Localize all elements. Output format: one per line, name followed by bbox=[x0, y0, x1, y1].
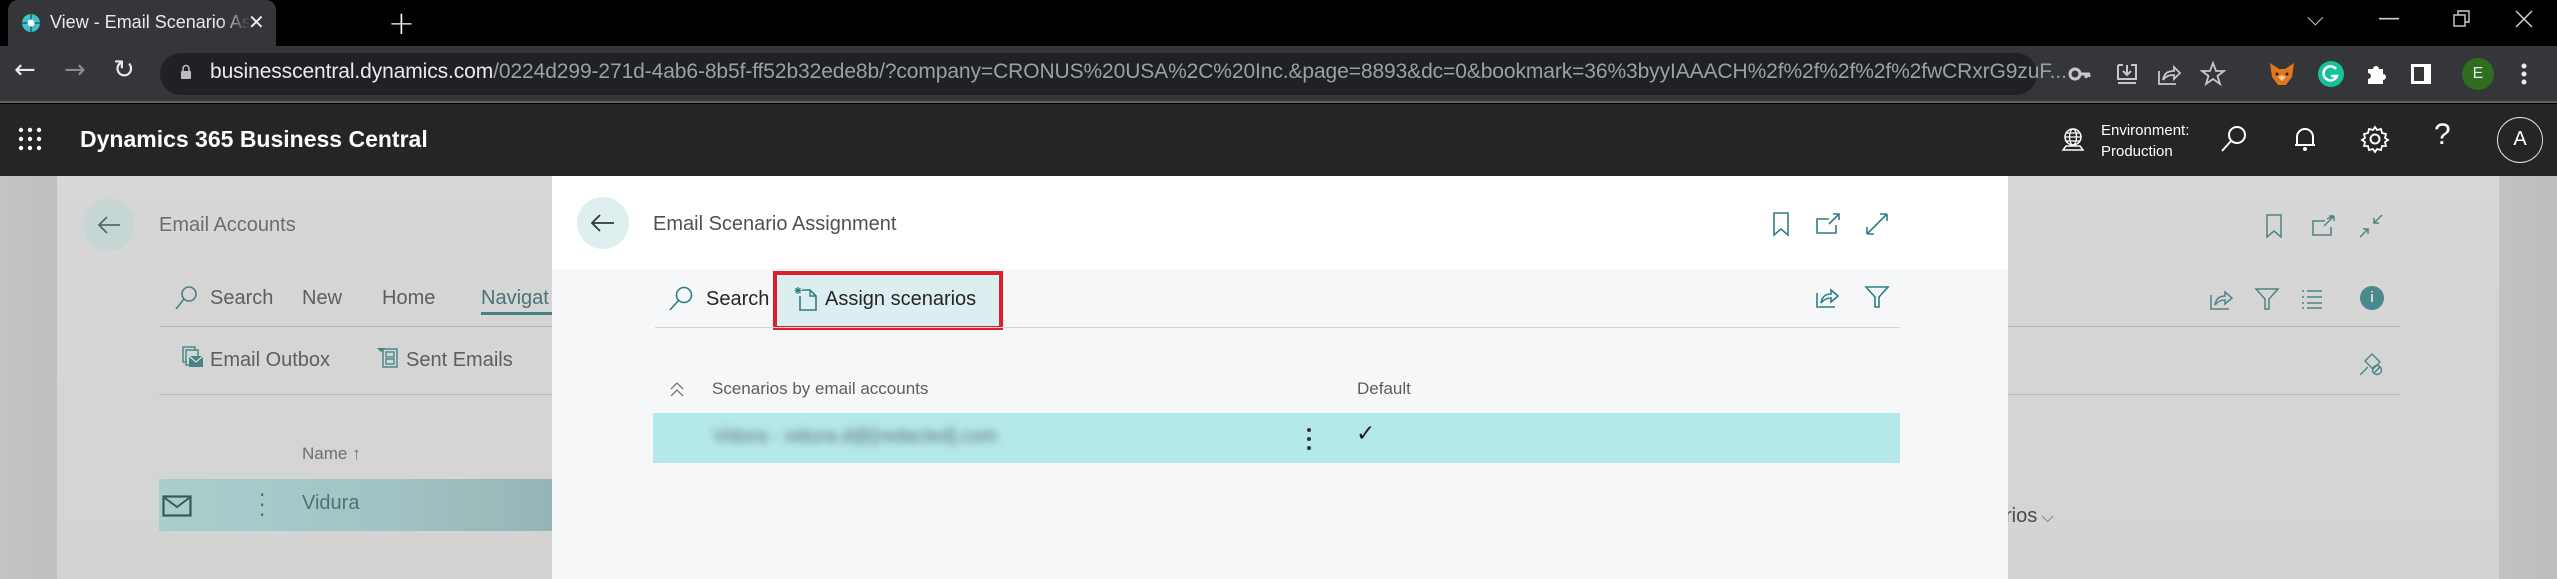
row-account-name[interactable]: Vidura - vidura.d@[redacted].com bbox=[713, 426, 1113, 448]
info-icon: i bbox=[2360, 286, 2384, 310]
side-panel-icon[interactable] bbox=[2408, 61, 2434, 87]
settings-gear-icon[interactable] bbox=[2360, 124, 2390, 154]
reload-icon[interactable]: ↻ bbox=[113, 55, 135, 85]
bg-action-sent-emails: Sent Emails bbox=[406, 349, 513, 371]
url-path: /0224d299-271d-4ab6-8b5f-ff52b32ede8b/?c… bbox=[493, 60, 2067, 83]
bg-partial-label: rios ⌵ bbox=[2005, 505, 2054, 528]
search-icon bbox=[175, 286, 197, 310]
url-text[interactable]: businesscentral.dynamics.com/0224d299-27… bbox=[210, 60, 2067, 84]
metamask-icon[interactable] bbox=[2267, 59, 2297, 89]
lock-icon[interactable] bbox=[180, 64, 192, 80]
email-envelope-icon bbox=[162, 495, 192, 517]
profile-avatar[interactable]: E bbox=[2462, 58, 2494, 90]
url-host: businesscentral.dynamics.com bbox=[210, 60, 494, 83]
tab-close-icon[interactable]: ✕ bbox=[248, 10, 265, 34]
share-icon[interactable] bbox=[2156, 61, 2182, 87]
grammarly-icon[interactable] bbox=[2316, 59, 2346, 89]
environment-indicator[interactable]: Environment: Production bbox=[2101, 120, 2189, 162]
sent-emails-icon bbox=[377, 348, 398, 368]
environment-label: Environment: bbox=[2101, 122, 2190, 139]
app-launcher-icon[interactable] bbox=[18, 127, 42, 151]
forward-arrow-icon[interactable]: → bbox=[64, 55, 86, 85]
help-icon[interactable]: ? bbox=[2434, 118, 2451, 152]
browser-tab-strip bbox=[0, 0, 2557, 46]
search-icon[interactable] bbox=[2219, 124, 2249, 154]
install-app-icon[interactable] bbox=[2114, 61, 2140, 87]
back-button[interactable] bbox=[577, 197, 629, 249]
filter-icon bbox=[2254, 288, 2280, 310]
back-arrow-icon bbox=[590, 214, 614, 232]
divider bbox=[159, 326, 552, 327]
extensions-puzzle-icon[interactable] bbox=[2363, 61, 2389, 87]
chevron-down-icon: ⌵ bbox=[2037, 509, 2054, 526]
restore-icon[interactable] bbox=[2453, 10, 2471, 28]
email-outbox-icon bbox=[182, 346, 204, 367]
divider bbox=[2000, 394, 2400, 395]
expand-icon[interactable] bbox=[1864, 211, 1890, 237]
collapse-all-icon[interactable] bbox=[668, 380, 686, 398]
tab-search-chevron-icon[interactable]: ⌵ bbox=[2307, 6, 2324, 31]
unpin-icon bbox=[2359, 353, 2383, 376]
bg-action-email-outbox: Email Outbox bbox=[210, 349, 331, 371]
search-action[interactable]: Search bbox=[706, 288, 769, 311]
bg-action-search: Search bbox=[210, 287, 274, 309]
back-arrow-icon[interactable]: ← bbox=[14, 55, 36, 85]
user-avatar[interactable]: A bbox=[2497, 117, 2543, 163]
bg-action-navigate: Navigat bbox=[481, 287, 549, 309]
notifications-bell-icon[interactable] bbox=[2290, 124, 2320, 154]
share-icon bbox=[2210, 290, 2234, 310]
bg-action-new: New bbox=[302, 287, 343, 309]
back-arrow-icon bbox=[97, 216, 120, 234]
environment-globe-icon[interactable] bbox=[2060, 126, 2086, 154]
divider bbox=[2000, 326, 2400, 327]
collapse-icon bbox=[2359, 214, 2383, 238]
bg-column-name: Name ↑ bbox=[302, 444, 361, 463]
new-document-icon bbox=[794, 287, 817, 311]
divider bbox=[159, 394, 552, 395]
bg-partial-text: rios bbox=[2005, 505, 2038, 527]
filter-icon[interactable] bbox=[1864, 284, 1890, 310]
bookmark-icon[interactable] bbox=[1768, 211, 1794, 237]
tab-title: View - Email Scenario Assignment bbox=[50, 12, 250, 32]
bg-back-button bbox=[83, 199, 135, 251]
close-window-icon[interactable] bbox=[2515, 10, 2533, 28]
bookmark-star-icon[interactable] bbox=[2200, 61, 2226, 87]
divider bbox=[655, 327, 1900, 328]
share-icon[interactable] bbox=[1815, 284, 1841, 310]
open-new-window-icon bbox=[2312, 215, 2335, 236]
assign-scenarios-label[interactable]: Assign scenarios bbox=[825, 288, 976, 311]
minimize-icon[interactable]: — bbox=[2378, 6, 2400, 31]
bg-page-title: Email Accounts bbox=[159, 214, 296, 236]
bg-action-home: Home bbox=[382, 287, 436, 309]
default-checkmark: ✓ bbox=[1356, 421, 1376, 447]
new-tab-icon[interactable]: + bbox=[388, 4, 415, 42]
bookmark-icon bbox=[2266, 214, 2282, 239]
active-tab-underline bbox=[481, 312, 552, 315]
dialog-title: Email Scenario Assignment bbox=[653, 213, 897, 235]
environment-value: Production bbox=[2101, 143, 2173, 160]
column-header-default[interactable]: Default bbox=[1357, 379, 1411, 399]
row-more-options-icon[interactable] bbox=[1306, 427, 1312, 451]
list-view-icon bbox=[2302, 290, 2322, 309]
bg-row-name: Vidura bbox=[302, 492, 360, 514]
dynamics-365-icon bbox=[22, 14, 40, 32]
row-more-options-icon: · · · bbox=[259, 483, 266, 527]
column-header-scenarios[interactable]: Scenarios by email accounts bbox=[712, 379, 928, 399]
browser-menu-icon[interactable] bbox=[2520, 62, 2528, 86]
app-title: Dynamics 365 Business Central bbox=[80, 126, 428, 152]
open-new-window-icon[interactable] bbox=[1815, 212, 1841, 238]
password-key-icon[interactable] bbox=[2067, 61, 2093, 87]
search-icon[interactable] bbox=[668, 285, 694, 311]
